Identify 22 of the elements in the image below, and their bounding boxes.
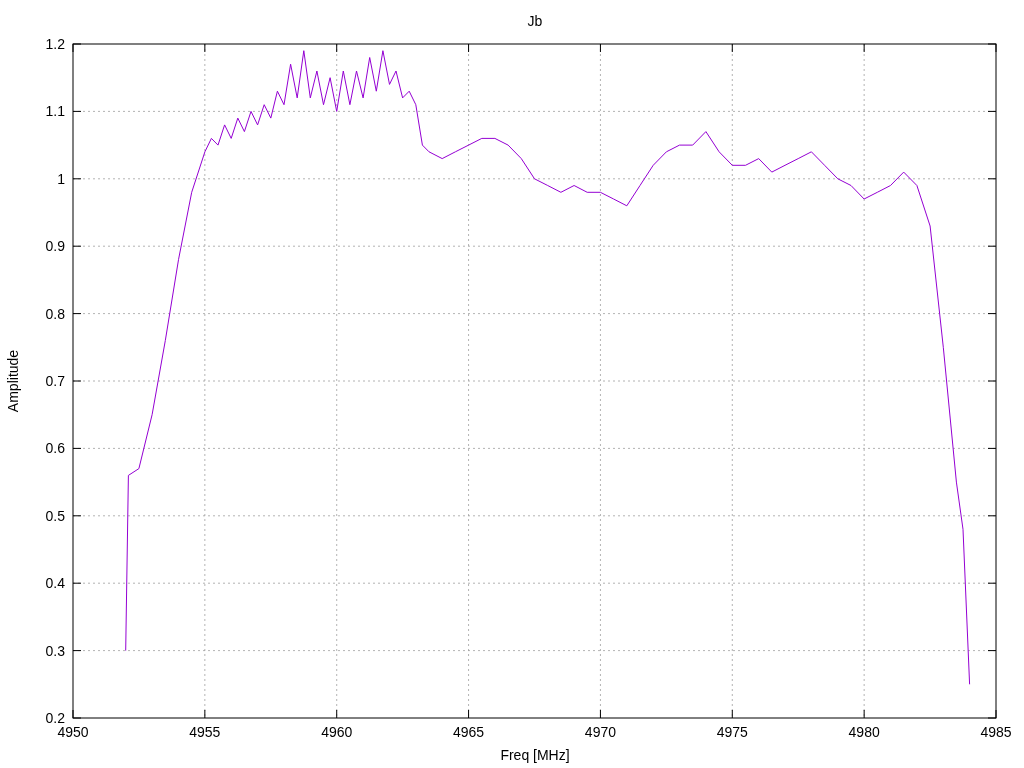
tick-label: 4970 <box>584 724 616 740</box>
tick-label: 0.8 <box>45 305 65 322</box>
tick-label: 0.9 <box>45 238 65 255</box>
tick-label: 4955 <box>189 724 221 740</box>
tick-label: 0.4 <box>45 575 65 592</box>
tick-label: 4960 <box>321 724 353 740</box>
tick-label: 4965 <box>453 724 485 740</box>
tick-label: 0.7 <box>45 373 65 389</box>
tick-label: 4980 <box>848 724 880 740</box>
axis-label: Amplitude <box>5 349 21 413</box>
tick-label: 0.6 <box>45 440 65 457</box>
tick-label: 1.1 <box>45 103 65 120</box>
tick-label: 4985 <box>980 724 1012 740</box>
axis-label: Freq [MHz] <box>500 747 570 763</box>
tick-label: 0.2 <box>45 710 65 726</box>
tick-label: 1.2 <box>45 36 65 52</box>
tick-label: 4950 <box>57 724 89 740</box>
tick-label: 4975 <box>716 724 748 740</box>
tick-label: 0.5 <box>45 507 65 524</box>
tick-label: 0.3 <box>45 642 65 659</box>
chart-title: Jb <box>527 13 543 29</box>
tick-label: 1 <box>57 170 65 187</box>
